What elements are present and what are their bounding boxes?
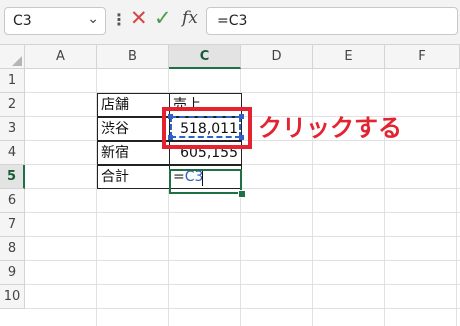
row-header-2[interactable]: 2 xyxy=(0,93,25,117)
row-header-6[interactable]: 6 xyxy=(0,189,25,213)
annotation-label: クリックする xyxy=(258,114,402,142)
formula-text: =C3 xyxy=(217,13,248,29)
reference-handle-br[interactable] xyxy=(239,135,244,140)
column-header-a[interactable]: A xyxy=(25,45,97,69)
column-header-e[interactable]: E xyxy=(313,45,385,69)
insert-function-icon[interactable]: fx xyxy=(182,8,198,28)
formula-reference: C3 xyxy=(184,169,204,185)
row-header-9[interactable]: 9 xyxy=(0,261,25,285)
formula-input[interactable]: =C3 xyxy=(206,7,458,35)
cell-c3[interactable]: 518,011 xyxy=(169,117,242,141)
chevron-down-icon[interactable]: ⌄ xyxy=(87,11,99,27)
cell-c2[interactable]: 売上 xyxy=(169,93,242,117)
reference-handle-tl[interactable] xyxy=(168,114,173,119)
reference-handle-tr[interactable] xyxy=(239,114,244,119)
row-header-4[interactable]: 4 xyxy=(0,141,25,165)
row-header-8[interactable]: 8 xyxy=(0,237,25,261)
formula-bar: C3 ⌄ ⋮ ✕ ✓ fx =C3 xyxy=(0,0,460,45)
row-header-3[interactable]: 3 xyxy=(0,117,25,141)
row-header-7[interactable]: 7 xyxy=(0,213,25,237)
reference-handle-bl[interactable] xyxy=(168,135,173,140)
column-header-b[interactable]: B xyxy=(97,45,169,69)
row-header-10[interactable]: 10 xyxy=(0,285,25,309)
cell-b4[interactable]: 新宿 xyxy=(97,141,170,165)
cell-b3[interactable]: 渋谷 xyxy=(97,117,170,141)
column-header-f[interactable]: F xyxy=(385,45,460,69)
name-box-value: C3 xyxy=(13,13,32,29)
text-cursor xyxy=(202,169,203,186)
cell-b5[interactable]: 合計 xyxy=(97,165,170,189)
cell-c4[interactable]: 605,155 xyxy=(169,141,242,165)
select-all-button[interactable] xyxy=(0,45,25,69)
cell-b2[interactable]: 店舗 xyxy=(97,93,170,117)
formula-equals: = xyxy=(173,169,185,185)
fill-handle[interactable] xyxy=(238,190,246,198)
column-header-d[interactable]: D xyxy=(241,45,313,69)
row-header-1[interactable]: 1 xyxy=(0,69,25,93)
more-options-icon[interactable]: ⋮ xyxy=(111,10,127,29)
enter-check-icon[interactable]: ✓ xyxy=(154,6,172,30)
column-header-c[interactable]: C xyxy=(169,45,241,69)
select-all-triangle-icon xyxy=(12,56,22,66)
row-header-5[interactable]: 5 xyxy=(0,165,25,189)
cancel-icon[interactable]: ✕ xyxy=(130,6,148,30)
cell-c5-editing[interactable]: =C3 xyxy=(169,165,242,189)
name-box[interactable]: C3 ⌄ xyxy=(4,7,106,35)
